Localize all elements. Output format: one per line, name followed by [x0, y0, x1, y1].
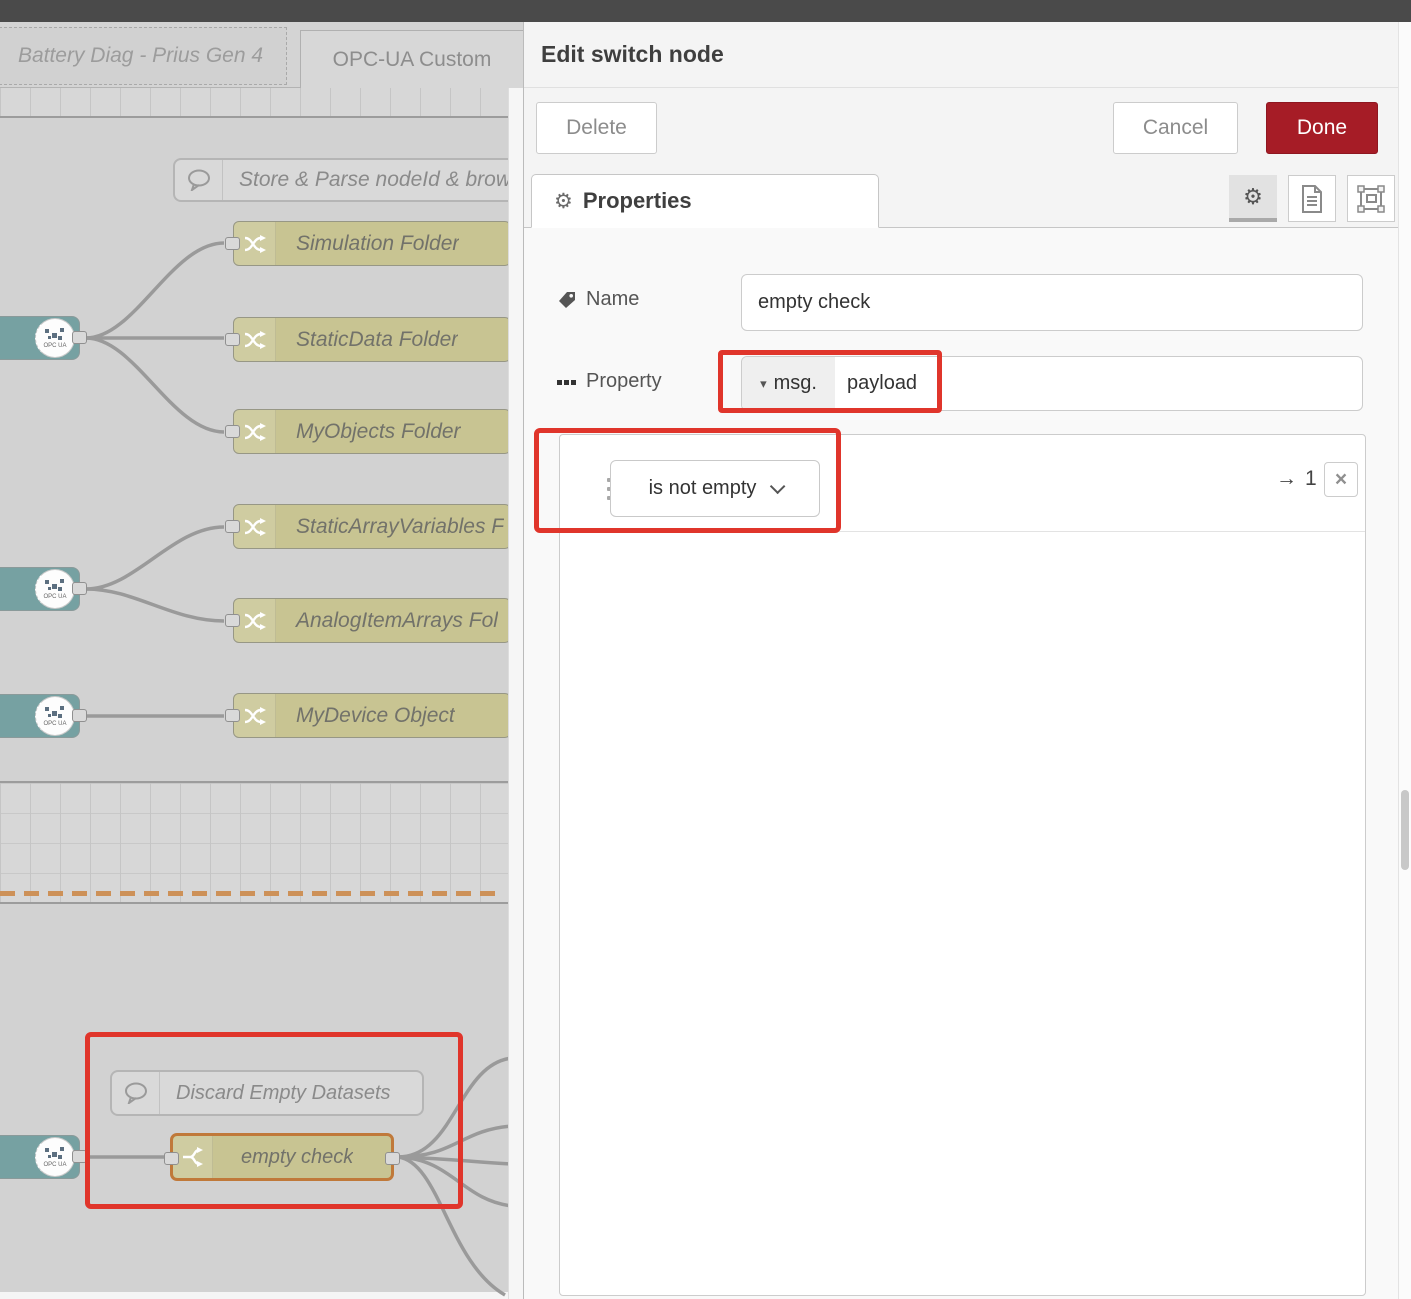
opcua-browser-node[interactable]: er OPC UA — [0, 694, 80, 738]
output-port[interactable] — [72, 331, 87, 344]
description-view-button[interactable] — [1288, 175, 1336, 222]
comment-bubble-icon — [187, 169, 211, 191]
gear-icon: ⚙ — [554, 189, 573, 214]
node-red-app: Battery Diag - Prius Gen 4 OPC-UA Custom — [0, 0, 1411, 1299]
node-label: Simulation Folder — [276, 232, 459, 256]
dialog-title: Edit switch node — [541, 41, 724, 68]
node-label: MyDevice Object — [276, 704, 455, 728]
switch-shuffle-icon — [243, 517, 267, 537]
output-port[interactable] — [72, 709, 87, 722]
tab-properties-label: Properties — [583, 188, 692, 214]
input-port[interactable] — [225, 614, 240, 627]
opcua-browser-node[interactable]: er OPC UA — [0, 567, 80, 611]
annotation-box-property — [718, 350, 942, 413]
name-field-label: Name — [557, 288, 639, 311]
arrow-right-icon: → — [1276, 467, 1297, 491]
opcua-icon: OPC UA — [35, 696, 75, 736]
rule-delete-button[interactable]: × — [1324, 462, 1358, 497]
appearance-view-button[interactable] — [1347, 175, 1395, 222]
top-header-bar — [0, 0, 1411, 22]
switch-node-staticarrayvariables[interactable]: StaticArrayVariables F — [233, 504, 511, 549]
delete-button[interactable]: Delete — [536, 102, 657, 154]
tag-icon — [557, 290, 577, 310]
annotation-box-empty-check-group — [85, 1032, 463, 1209]
dialog-header: Edit switch node — [524, 22, 1411, 88]
opcua-icon: OPC UA — [35, 1137, 75, 1177]
done-button[interactable]: Done — [1266, 102, 1378, 154]
selection-frame-icon — [1357, 185, 1385, 213]
properties-view-button[interactable]: ⚙ — [1229, 175, 1277, 222]
comment-label: Store & Parse nodeId & brow — [223, 168, 511, 192]
node-label: MyObjects Folder — [276, 420, 461, 444]
opcua-icon: OPC UA — [35, 318, 75, 358]
edit-switch-node-dialog: Edit switch node Delete Cancel Done ⚙ Pr… — [523, 22, 1411, 1299]
switch-shuffle-icon — [243, 234, 267, 254]
input-port[interactable] — [225, 425, 240, 438]
rule-list-container: is not empty → 1 × — [559, 434, 1366, 1296]
opcua-browser-node[interactable]: er OPC UA — [0, 1135, 80, 1179]
dialog-tab-bar: ⚙ Properties ⚙ — [524, 174, 1411, 228]
switch-node-simulation-folder[interactable]: Simulation Folder — [233, 221, 511, 266]
ellipsis-icon — [557, 378, 577, 386]
switch-shuffle-icon — [243, 330, 267, 350]
switch-shuffle-icon — [243, 422, 267, 442]
switch-shuffle-icon — [243, 611, 267, 631]
rule-output-index: 1 — [1305, 467, 1317, 491]
gear-icon: ⚙ — [1243, 184, 1263, 210]
close-icon: × — [1335, 468, 1347, 492]
rule-output-label: → 1 — [1276, 467, 1317, 491]
node-label: StaticArrayVariables F — [276, 515, 504, 539]
input-port[interactable] — [225, 709, 240, 722]
output-port[interactable] — [72, 582, 87, 595]
switch-shuffle-icon — [243, 706, 267, 726]
property-field-label: Property — [557, 370, 662, 393]
switch-node-staticdata-folder[interactable]: StaticData Folder — [233, 317, 511, 362]
flow-canvas[interactable]: Battery Diag - Prius Gen 4 OPC-UA Custom — [0, 22, 523, 1299]
annotation-box-rule-operator — [534, 428, 841, 533]
node-label: AnalogItemArrays Fol — [276, 609, 498, 633]
switch-node-myobjects-folder[interactable]: MyObjects Folder — [233, 409, 511, 454]
canvas-vertical-scrollbar[interactable] — [508, 88, 523, 1299]
input-port[interactable] — [225, 333, 240, 346]
dialog-button-row: Delete Cancel Done — [524, 88, 1411, 174]
input-port[interactable] — [225, 237, 240, 250]
cancel-button[interactable]: Cancel — [1113, 102, 1238, 154]
comment-node-store-parse[interactable]: Store & Parse nodeId & brow — [173, 158, 511, 202]
name-input[interactable]: empty check — [741, 274, 1363, 331]
document-icon — [1301, 185, 1323, 213]
input-port[interactable] — [225, 520, 240, 533]
switch-node-mydevice-object[interactable]: MyDevice Object — [233, 693, 511, 738]
switch-node-analogitemarrays[interactable]: AnalogItemArrays Fol — [233, 598, 511, 643]
opcua-icon: OPC UA — [35, 569, 75, 609]
dialog-scrollbar-thumb[interactable] — [1401, 790, 1409, 870]
dialog-scrollbar[interactable] — [1398, 22, 1411, 1299]
opcua-browser-node[interactable]: er OPC UA — [0, 316, 80, 360]
node-label: StaticData Folder — [276, 328, 458, 352]
tab-properties[interactable]: ⚙ Properties — [531, 174, 879, 228]
